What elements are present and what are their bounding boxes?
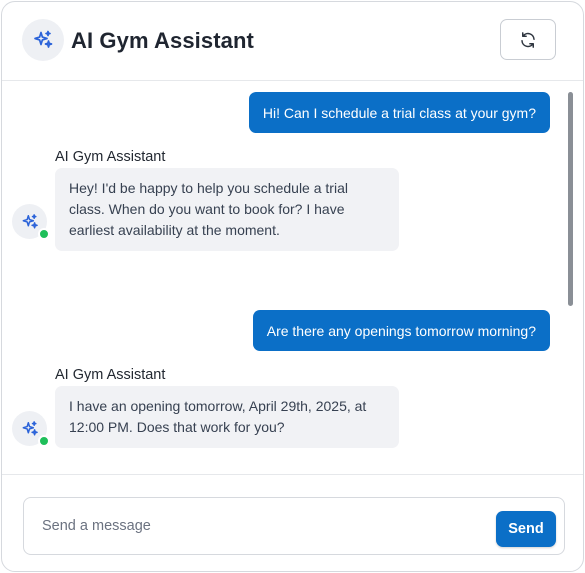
- assistant-sender-name: AI Gym Assistant: [55, 367, 166, 383]
- message-list[interactable]: Hi! Can I schedule a trial class at your…: [2, 82, 583, 474]
- sparkles-icon: [34, 30, 53, 48]
- refresh-icon: [521, 31, 535, 48]
- assistant-avatar: [22, 19, 64, 61]
- online-status-dot: [38, 228, 50, 240]
- chat-title: AI Gym Assistant: [71, 28, 254, 53]
- scrollbar-thumb[interactable]: [568, 92, 573, 306]
- refresh-button[interactable]: [500, 19, 556, 60]
- user-message: Hi! Can I schedule a trial class at your…: [248, 92, 550, 133]
- chat-window: AI Gym Assistant Hi! Can I schedule a tr…: [1, 1, 584, 572]
- assistant-message-avatar: [12, 204, 50, 240]
- user-message: Are there any openings tomorrow morning?: [252, 310, 550, 351]
- message-composer: Send: [23, 497, 565, 555]
- sparkles-icon: [22, 420, 38, 436]
- message-input[interactable]: [42, 508, 482, 544]
- chat-header: AI Gym Assistant: [2, 2, 583, 81]
- send-button[interactable]: Send: [496, 511, 556, 547]
- sparkles-icon: [22, 213, 38, 229]
- online-status-dot: [38, 435, 50, 447]
- assistant-message-avatar: [12, 411, 50, 447]
- assistant-sender-name: AI Gym Assistant: [55, 149, 166, 165]
- composer-area: Send: [2, 474, 583, 571]
- assistant-message: I have an opening tomorrow, April 29th, …: [55, 386, 399, 448]
- assistant-message: Hey! I'd be happy to help you schedule a…: [55, 168, 399, 251]
